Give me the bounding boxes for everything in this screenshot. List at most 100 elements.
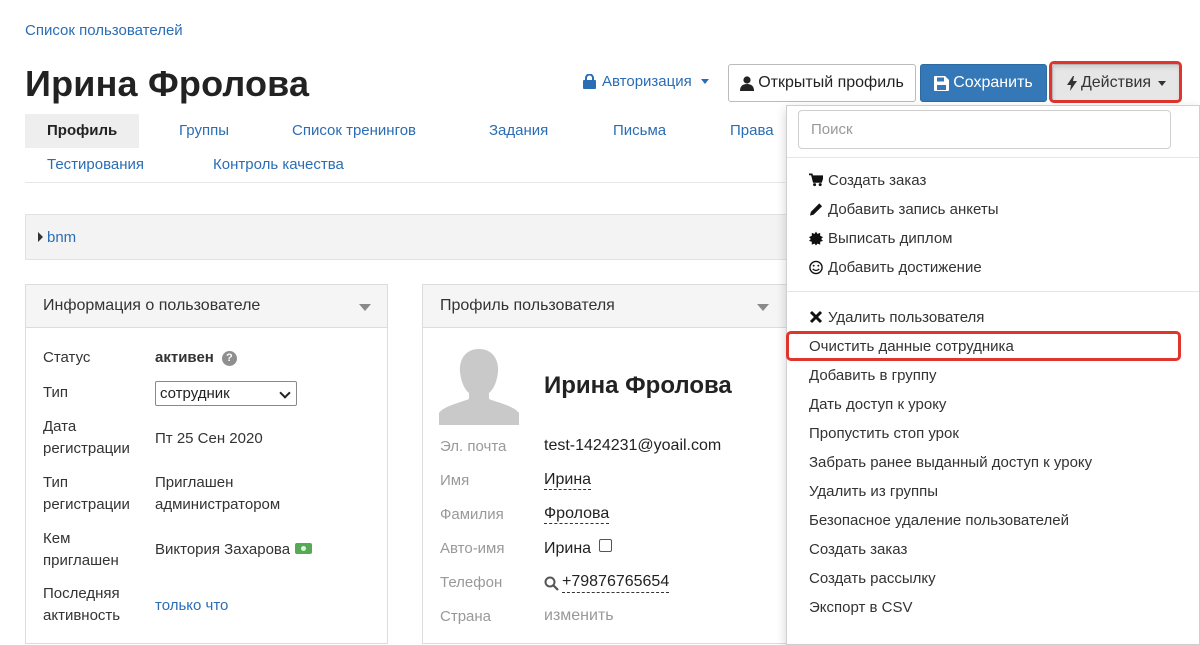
tab-letters[interactable]: Письма	[613, 114, 666, 148]
auto-name-label: Авто-имя	[440, 540, 505, 557]
menu-divider	[787, 157, 1199, 158]
reg-type-label: Тип регистрации	[43, 472, 130, 516]
collapse-caret-icon[interactable]	[359, 304, 371, 311]
tabs-divider	[25, 182, 785, 183]
menu-item-add-achievement[interactable]: Добавить достижение	[809, 256, 982, 278]
user-profile-header[interactable]: Профиль пользователя	[423, 285, 796, 328]
open-profile-button[interactable]: Открытый профиль	[728, 64, 916, 102]
menu-item-label: Забрать ранее выданный доступ к уроку	[809, 453, 1093, 471]
x-icon	[809, 310, 823, 324]
menu-item-revoke-lesson-access[interactable]: Забрать ранее выданный доступ к уроку	[809, 451, 1092, 473]
menu-item-grant-lesson-access[interactable]: Дать доступ к уроку	[809, 393, 946, 415]
user-type-select[interactable]: сотрудник	[155, 381, 297, 406]
menu-item-add-survey-entry[interactable]: Добавить запись анкеты	[809, 198, 999, 220]
user-type-value: сотрудник	[160, 385, 230, 402]
menu-item-add-to-group[interactable]: Добавить в группу	[809, 364, 937, 386]
actions-search-input[interactable]	[798, 110, 1171, 149]
menu-item-label: Пропустить стоп урок	[809, 424, 959, 442]
menu-item-delete-user[interactable]: Удалить пользователя	[809, 306, 984, 328]
search-icon[interactable]	[544, 576, 559, 591]
last-name-field[interactable]: Фролова	[544, 505, 610, 524]
page-title: Ирина Фролова	[25, 63, 310, 104]
cart-icon	[809, 173, 823, 187]
reg-date-value: Пт 25 Сен 2020	[155, 430, 263, 447]
menu-item-remove-from-group[interactable]: Удалить из группы	[809, 480, 938, 502]
reg-date-label-line1: Дата	[43, 418, 77, 435]
last-activity-link[interactable]: только что	[155, 595, 228, 617]
type-label: Тип	[43, 384, 69, 401]
pencil-icon	[809, 202, 823, 216]
first-name-value: Ирина	[544, 471, 592, 490]
country-edit-link[interactable]: изменить	[544, 607, 614, 625]
inviter-name: Виктория Захарова	[155, 541, 291, 558]
save-label: Сохранить	[953, 74, 1033, 91]
tab-profile[interactable]: Профиль	[25, 114, 140, 148]
email-label: Эл. почта	[440, 438, 507, 455]
status-label: Статус	[43, 349, 91, 366]
invited-by-value: Виктория Захарова	[155, 539, 313, 561]
breadcrumb-users-list[interactable]: Список пользователей	[25, 22, 183, 39]
menu-item-label: Создать заказ	[809, 540, 908, 558]
status-text: активен	[155, 349, 214, 366]
tab-testing[interactable]: Тестирования	[47, 148, 144, 182]
menu-item-create-order[interactable]: Создать заказ	[809, 169, 926, 191]
chevron-down-icon	[279, 387, 291, 399]
user-profile-title: Профиль пользователя	[440, 297, 615, 314]
caret-down-icon	[1158, 80, 1167, 86]
user-profile-panel: Профиль пользователя Ирина Фролова Эл. п…	[422, 284, 797, 644]
user-info-panel: Информация о пользователе Статус активен…	[25, 284, 388, 644]
tab-quality-control[interactable]: Контроль качества	[213, 148, 344, 182]
tab-groups[interactable]: Группы	[179, 114, 229, 148]
authorization-label: Авторизация	[602, 73, 692, 90]
menu-item-label: Добавить запись анкеты	[828, 200, 999, 218]
last-name-value: Фролова	[544, 505, 610, 524]
reg-date-label-line2: регистрации	[43, 440, 130, 457]
menu-item-issue-diploma[interactable]: Выписать диплом	[809, 227, 952, 249]
user-icon	[740, 75, 755, 91]
smile-icon	[809, 260, 823, 274]
profile-full-name: Ирина Фролова	[544, 372, 732, 399]
menu-item-clear-employee-data[interactable]: Очистить данные сотрудника	[809, 335, 1014, 357]
user-info-title: Информация о пользователе	[43, 297, 261, 314]
menu-item-label: Добавить достижение	[828, 258, 982, 276]
menu-item-label: Добавить в группу	[809, 366, 937, 384]
actions-dropdown-button[interactable]: Действия	[1052, 64, 1181, 102]
user-info-header[interactable]: Информация о пользователе	[26, 285, 387, 328]
menu-divider	[787, 291, 1199, 292]
menu-item-create-order-2[interactable]: Создать заказ	[809, 538, 907, 560]
actions-label: Действия	[1080, 74, 1152, 91]
invited-by-label: Кем приглашен	[43, 528, 119, 572]
authorization-dropdown[interactable]: Авторизация	[583, 73, 709, 90]
tab-trainings[interactable]: Список тренингов	[292, 114, 416, 148]
auto-name-value: Ирина	[544, 539, 613, 558]
first-name-label: Имя	[440, 472, 470, 489]
help-icon[interactable]: ?	[221, 351, 237, 366]
country-label: Страна	[440, 608, 492, 625]
tab-tasks[interactable]: Задания	[489, 114, 548, 148]
menu-item-export-csv[interactable]: Экспорт в CSV	[809, 596, 913, 618]
phone-field[interactable]: +79876765654	[544, 573, 670, 593]
avatar-placeholder-icon[interactable]	[439, 349, 519, 425]
menu-item-skip-stop-lesson[interactable]: Пропустить стоп урок	[809, 422, 959, 444]
tab-rights[interactable]: Права	[730, 114, 774, 148]
phone-value: +79876765654	[562, 573, 670, 593]
reg-type-value: Приглашен администратором	[155, 472, 280, 516]
save-button[interactable]: Сохранить	[920, 64, 1047, 102]
auto-name-checkbox[interactable]	[599, 539, 613, 552]
lock-icon	[583, 74, 596, 89]
menu-item-label: Создать рассылку	[809, 569, 936, 587]
menu-item-label: Экспорт в CSV	[809, 598, 913, 616]
last-activity-label: Последняя активность	[43, 583, 120, 627]
bnm-collapsible[interactable]: bnm	[25, 214, 800, 260]
lightning-icon	[1066, 75, 1077, 91]
collapse-caret-icon[interactable]	[757, 304, 769, 311]
first-name-field[interactable]: Ирина	[544, 471, 592, 490]
menu-item-safe-delete-users[interactable]: Безопасное удаление пользователей	[809, 509, 1069, 531]
reg-type-label-line1: Тип	[43, 474, 69, 491]
menu-item-create-mailing[interactable]: Создать рассылку	[809, 567, 936, 589]
caret-down-icon	[700, 79, 709, 84]
bnm-link[interactable]: bnm	[47, 229, 76, 246]
menu-item-label: Безопасное удаление пользователей	[809, 511, 1069, 529]
phone-label: Телефон	[440, 574, 503, 591]
reg-date-label: Дата регистрации	[43, 416, 130, 460]
